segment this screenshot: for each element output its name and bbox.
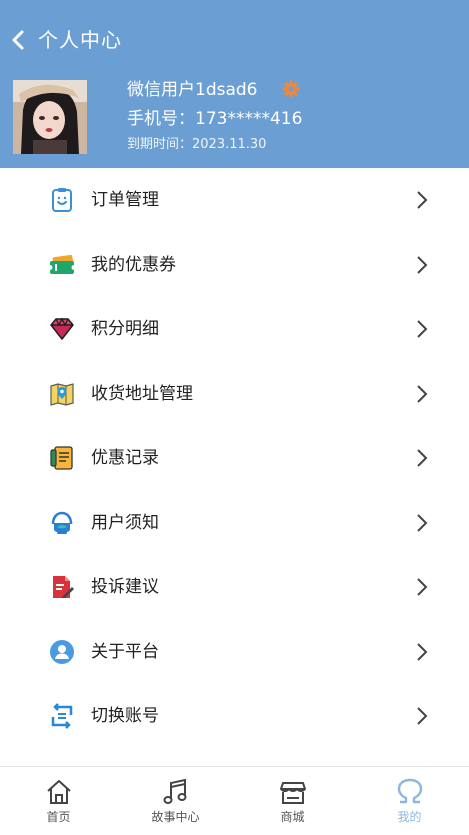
menu-item-about[interactable]: 关于平台 [0,620,469,685]
menu-item-label: 投诉建议 [91,577,159,598]
menu-item-label: 收货地址管理 [91,383,193,404]
chevron-right-icon [417,514,428,532]
avatar[interactable] [13,80,87,154]
menu-list: 订单管理 我的优惠券 积分明细 收货地址管理 优惠记录 用户须知 投诉建议 关于… [0,168,469,749]
chevron-right-icon [417,191,428,209]
complaint-doc-icon [53,576,74,599]
chevron-right-icon [417,643,428,661]
menu-item-label: 关于平台 [91,641,159,662]
chevron-right-icon [417,707,428,725]
phone-number: 手机号：173*****416 [127,109,303,129]
page-title: 个人中心 [38,28,122,52]
headset-icon [51,511,73,534]
map-icon [50,382,74,406]
tab-stories[interactable]: 故事中心 [117,767,234,835]
omega-icon [397,778,422,804]
expiry-date: 到期时间：2023.11.30 [127,137,267,152]
chevron-right-icon [417,578,428,596]
menu-item-discount-records[interactable]: 优惠记录 [0,426,469,491]
home-icon [46,780,71,804]
chevron-right-icon [417,256,428,274]
profile-header: 个人中心 微信用户1dsad6 手机号：173*****416 到期时间：202… [0,0,469,168]
menu-item-user-notice[interactable]: 用户须知 [0,491,469,556]
back-arrow-icon[interactable] [8,26,30,54]
tab-label: 我的 [397,810,422,824]
tab-label: 商城 [280,810,305,824]
chevron-right-icon [417,449,428,467]
menu-item-coupons[interactable]: 我的优惠券 [0,233,469,298]
menu-item-orders[interactable]: 订单管理 [0,168,469,233]
menu-item-points[interactable]: 积分明细 [0,297,469,362]
store-icon [279,782,306,804]
menu-item-address[interactable]: 收货地址管理 [0,362,469,427]
menu-item-label: 切换账号 [91,706,159,727]
chevron-right-icon [417,385,428,403]
menu-item-switch-account[interactable]: 切换账号 [0,684,469,749]
chevron-right-icon [417,320,428,338]
gear-icon[interactable] [282,80,300,98]
user-circle-icon [50,639,74,664]
tab-store[interactable]: 商城 [234,767,351,835]
clipboard-icon [52,188,72,213]
tab-label: 首页 [46,810,71,824]
music-note-icon [163,778,186,804]
menu-item-label: 我的优惠券 [91,254,176,275]
bottom-tab-bar: 首页 故事中心 商城 我的 [0,766,469,835]
menu-item-label: 订单管理 [91,190,159,211]
tab-mine[interactable]: 我的 [351,767,468,835]
tab-home[interactable]: 首页 [0,767,117,835]
username: 微信用户1dsad6 [127,80,258,100]
switch-icon [51,703,73,730]
diamond-icon [50,317,74,340]
coupon-icon [49,254,75,274]
notebook-icon [50,446,73,470]
menu-item-complaints[interactable]: 投诉建议 [0,555,469,620]
menu-item-label: 积分明细 [91,319,159,340]
menu-item-label: 用户须知 [91,512,159,533]
menu-item-label: 优惠记录 [91,448,159,469]
tab-label: 故事中心 [151,810,200,824]
